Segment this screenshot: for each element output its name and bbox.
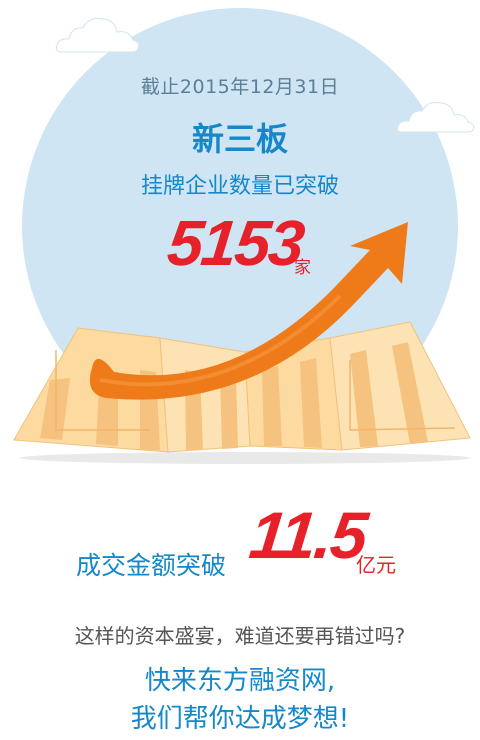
volume-label: 成交金额突破 [76,551,227,580]
cta-line-1: 快来东方融资网, [144,666,336,696]
cta-line-2: 我们帮你达成梦想! [130,704,350,734]
volume-number: 11.5 [246,498,370,572]
question-text: 这样的资本盛宴，难道还要再错过吗? [74,624,406,648]
volume-unit: 亿元 [356,553,396,577]
